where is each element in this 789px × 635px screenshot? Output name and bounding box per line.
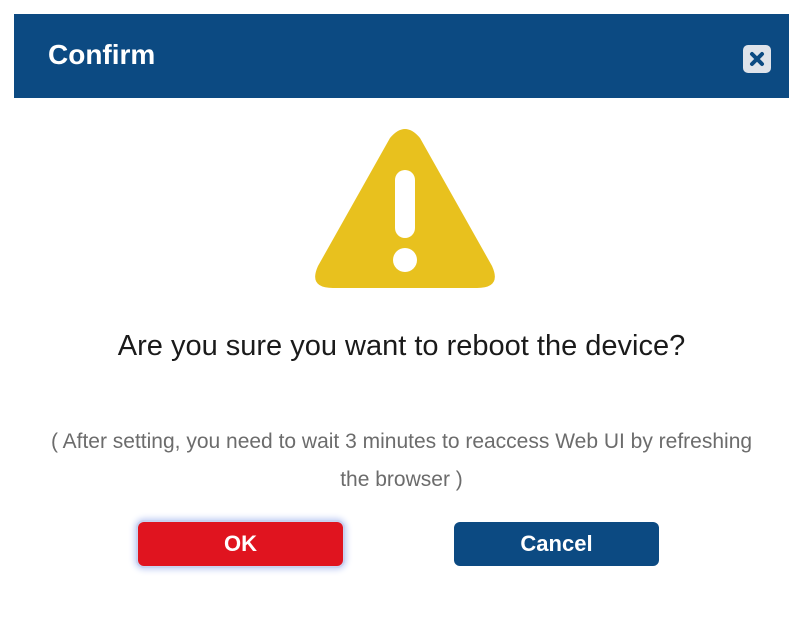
confirm-message: Are you sure you want to reboot the devi… [117, 330, 686, 362]
close-icon [750, 52, 764, 66]
ok-button[interactable]: OK [138, 522, 343, 566]
dialog-titlebar: Confirm [14, 14, 789, 98]
confirm-dialog: Confirm Are you sure you want to reboot … [14, 14, 789, 635]
dialog-title: Confirm [48, 39, 156, 70]
cancel-button[interactable]: Cancel [454, 522, 659, 566]
warning-triangle-icon [315, 129, 495, 288]
close-button[interactable] [743, 45, 771, 73]
reboot-note: ( After setting, you need to wait 3 minu… [50, 430, 753, 491]
